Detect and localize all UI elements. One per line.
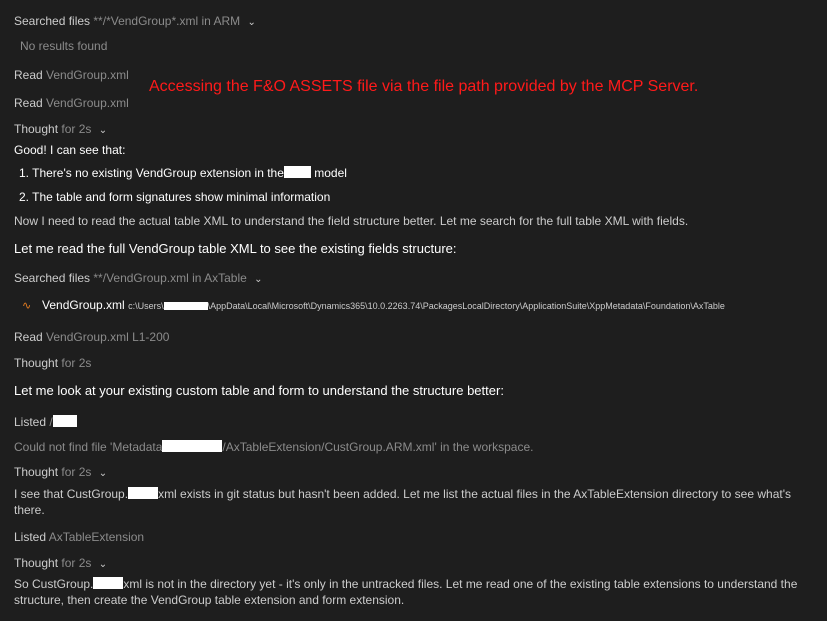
listed-path[interactable]: AxTableExtension xyxy=(49,530,144,544)
chevron-down-icon[interactable]: ⌄ xyxy=(99,466,107,482)
chevron-down-icon[interactable]: ⌄ xyxy=(247,15,255,31)
chevron-down-icon[interactable]: ⌄ xyxy=(99,557,107,573)
listed-label: Listed xyxy=(14,415,47,429)
read-row-3[interactable]: Read VendGroup.xml L1-200 xyxy=(14,329,169,345)
redaction-box xyxy=(163,302,208,310)
file-path-suffix: \AppData\Local\Microsoft\Dynamics365\10.… xyxy=(207,301,725,311)
so-cust-pre: So CustGroup. xyxy=(14,577,94,591)
searched-files-label: Searched files xyxy=(14,14,91,28)
no-results-text: No results found xyxy=(20,39,108,53)
read-label: Read xyxy=(14,68,43,82)
listed-row-2[interactable]: Listed AxTableExtension xyxy=(14,529,144,545)
list-item-1: 1. There's no existing VendGroup extensi… xyxy=(19,165,347,181)
redaction-box xyxy=(93,577,124,589)
read-row-2[interactable]: Read VendGroup.xml xyxy=(14,95,129,111)
thought-label: Thought xyxy=(14,122,59,136)
read-file[interactable]: VendGroup.xml L1-200 xyxy=(46,330,169,344)
thought-label: Thought xyxy=(14,556,59,570)
chevron-down-icon[interactable]: ⌄ xyxy=(254,272,262,288)
thought-label: Thought xyxy=(14,356,59,370)
searched-files-row-2[interactable]: Searched files **/VendGroup.xml in AxTab… xyxy=(14,270,263,288)
searched-files-label: Searched files xyxy=(14,271,91,285)
redaction-box xyxy=(162,440,223,452)
redaction-box xyxy=(128,487,159,499)
let-look-text: Let me look at your existing custom tabl… xyxy=(14,383,504,398)
searched-files-row-1[interactable]: Searched files **/*VendGroup*.xml in ARM… xyxy=(14,13,256,31)
thought-row-4[interactable]: Thought for 2s ⌄ xyxy=(14,555,107,573)
thought-row-2[interactable]: Thought for 2s xyxy=(14,355,91,371)
search-pattern: **/VendGroup.xml in AxTable xyxy=(93,271,247,285)
list-item-1-pre: 1. There's no existing VendGroup extensi… xyxy=(19,166,284,180)
see-that-pre: I see that CustGroup. xyxy=(14,487,129,501)
rss-file-icon: ∿ xyxy=(22,300,32,312)
redaction-box xyxy=(283,166,311,178)
file-result[interactable]: ∿ VendGroup.xml c:\Users\ \AppData\Local\M… xyxy=(22,297,725,314)
thought-duration: for 2s xyxy=(61,556,92,570)
redaction-box xyxy=(52,415,77,427)
thought-label: Thought xyxy=(14,465,59,479)
listed-row-1[interactable]: Listed / xyxy=(14,414,77,430)
error-post: /AxTableExtension/CustGroup.ARM.xml' in … xyxy=(222,440,534,454)
listed-label: Listed xyxy=(14,530,47,544)
read-row-1[interactable]: Read VendGroup.xml xyxy=(14,67,129,83)
so-cust-text: So CustGroup. xml is not in the directory… xyxy=(14,576,814,608)
file-path-prefix: c:\Users\ xyxy=(128,301,164,311)
list-item-1-post: model xyxy=(314,166,347,180)
now-text: Now I need to read the actual table XML … xyxy=(14,214,689,228)
file-result-name[interactable]: VendGroup.xml xyxy=(42,298,125,312)
search-pattern: **/*VendGroup*.xml in ARM xyxy=(93,14,241,28)
thought-row-1[interactable]: Thought for 2s ⌄ xyxy=(14,121,107,139)
so-cust-post: xml is not in the directory yet - it's o… xyxy=(14,577,798,607)
chevron-down-icon[interactable]: ⌄ xyxy=(99,123,107,139)
thought-duration: for 2s xyxy=(61,122,92,136)
thought-duration: for 2s xyxy=(61,356,92,370)
read-file[interactable]: VendGroup.xml xyxy=(46,96,129,110)
good-text: Good! I can see that: xyxy=(14,143,126,157)
thought-row-3[interactable]: Thought for 2s ⌄ xyxy=(14,464,107,482)
error-pre: Could not find file 'Metadata xyxy=(14,440,163,454)
list-item-2: 2. The table and form signatures show mi… xyxy=(19,190,331,204)
thought-duration: for 2s xyxy=(61,465,92,479)
read-label: Read xyxy=(14,96,43,110)
read-file[interactable]: VendGroup.xml xyxy=(46,68,129,82)
annotation-overlay: Accessing the F&O ASSETS file via the fi… xyxy=(149,78,699,95)
read-label: Read xyxy=(14,330,43,344)
let-read-text: Let me read the full VendGroup table XML… xyxy=(14,241,457,256)
see-that-text: I see that CustGroup. xml exists in git s… xyxy=(14,486,814,518)
error-message: Could not find file 'Metadata/AxTableExt… xyxy=(14,439,533,455)
